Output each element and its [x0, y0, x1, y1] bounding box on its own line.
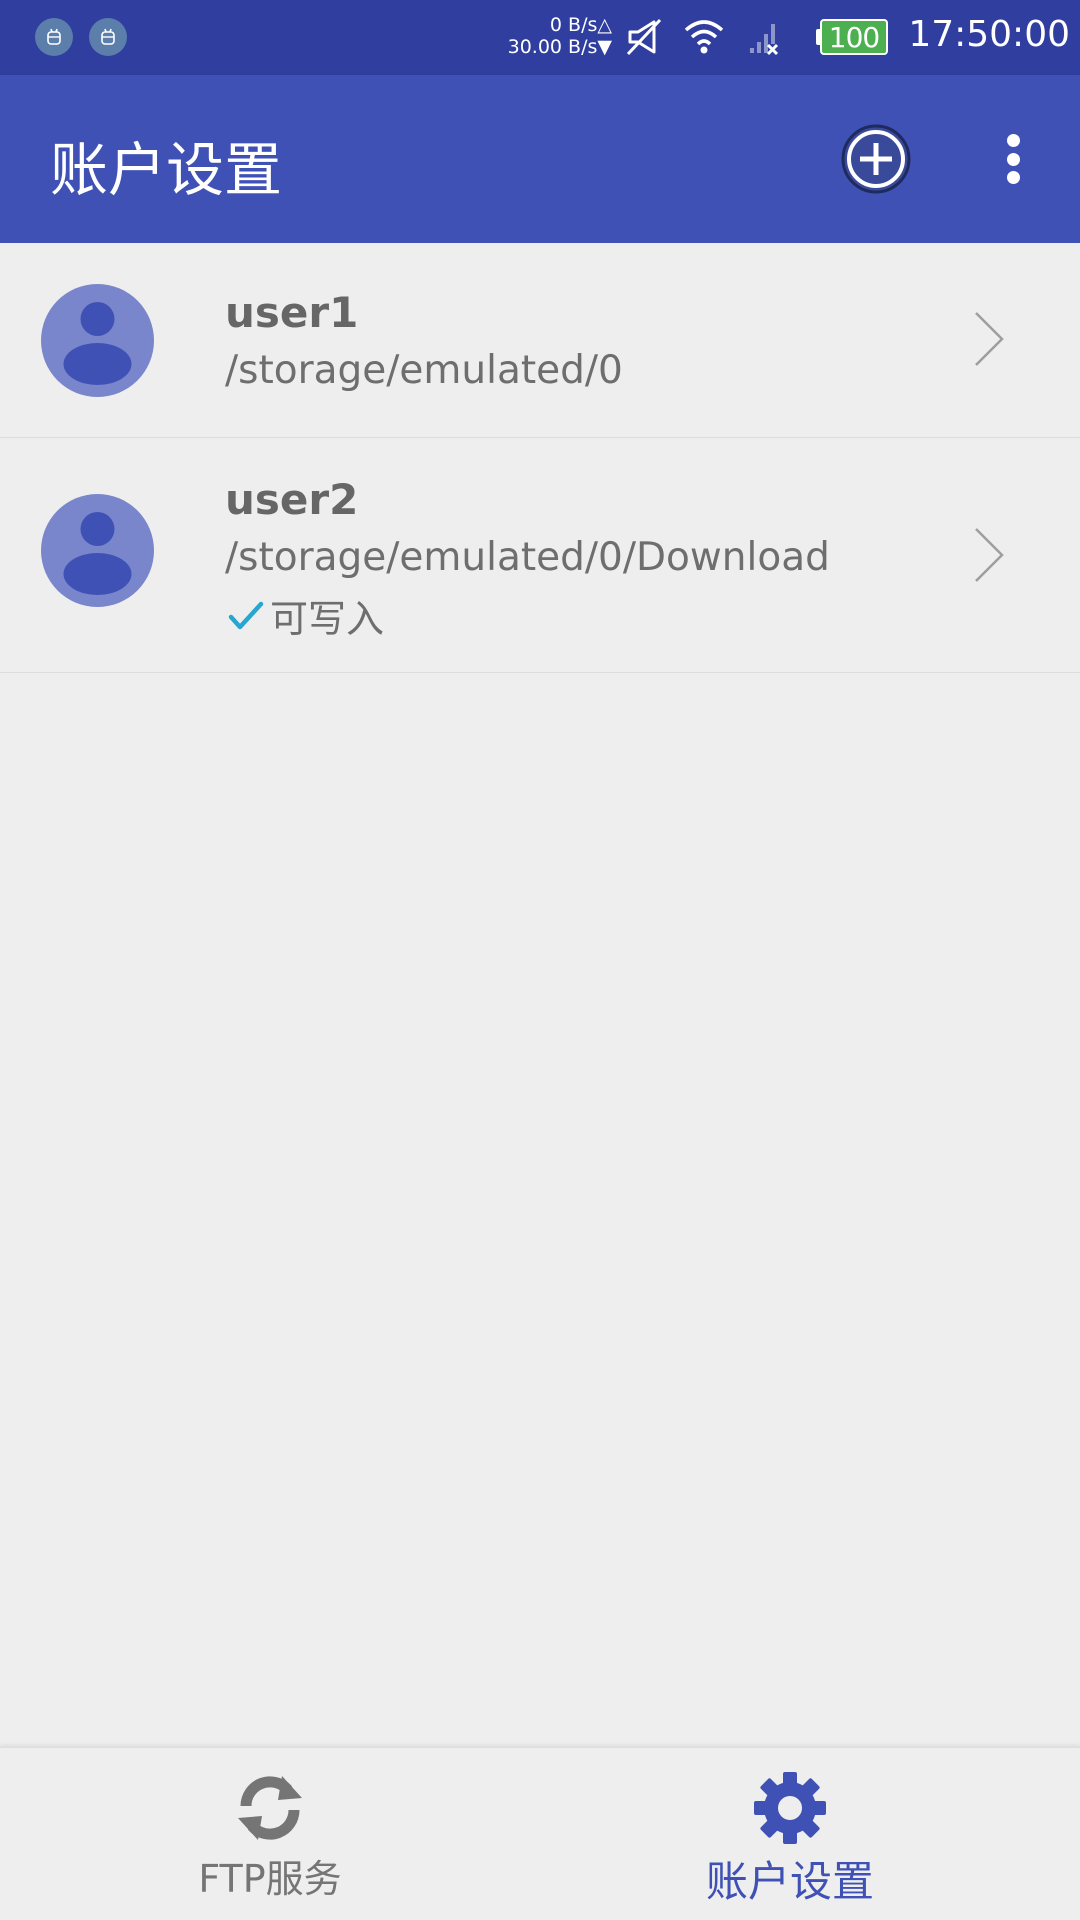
page-title: 账户设置 [50, 136, 283, 204]
wifi-icon [684, 20, 724, 54]
download-speed: 30.00 B/s▼ [507, 36, 612, 58]
sync-icon [238, 1776, 302, 1840]
battery-icon: 100 [816, 19, 888, 55]
account-name: user2 [225, 475, 359, 524]
android-debug-icon [35, 18, 73, 56]
app-bar: 账户设置 [0, 75, 1080, 243]
gear-icon [754, 1772, 826, 1844]
android-debug-icon [89, 18, 127, 56]
bottom-navigation: FTP服务 账户设置 [0, 1746, 1080, 1920]
account-list: user1 /storage/emulated/0 user2 /storage… [0, 243, 1080, 673]
writable-label: 可写入 [270, 597, 385, 641]
check-icon [228, 601, 264, 629]
account-path: /storage/emulated/0 [225, 348, 623, 393]
battery-level: 100 [820, 19, 888, 55]
mute-icon [626, 18, 662, 56]
status-bar: 0 B/s△ 30.00 B/s▼ 100 17:50:00 [0, 0, 1080, 75]
chevron-right-icon [975, 312, 1004, 366]
list-item[interactable] [0, 243, 1080, 438]
status-clock: 17:50:00 [908, 14, 1070, 55]
more-options-button[interactable] [990, 130, 1036, 188]
tab-label: FTP服务 [198, 1857, 342, 1901]
avatar-icon [41, 284, 154, 397]
network-speed: 0 B/s△ 30.00 B/s▼ [490, 14, 612, 58]
add-circle-icon [841, 124, 911, 194]
more-vertical-icon [1006, 134, 1020, 147]
tab-label: 账户设置 [705, 1857, 874, 1906]
writable-status: 可写入 [228, 588, 384, 643]
tab-ftp-service[interactable]: FTP服务 [0, 1748, 540, 1920]
add-account-button[interactable] [840, 123, 912, 195]
tab-account-settings[interactable]: 账户设置 [520, 1748, 1060, 1920]
upload-speed: 0 B/s△ [549, 14, 612, 36]
account-path: /storage/emulated/0/Download [225, 535, 830, 580]
avatar-icon [41, 494, 154, 607]
chevron-right-icon [975, 528, 1004, 582]
signal-off-icon [750, 24, 779, 56]
account-name: user1 [225, 288, 359, 337]
